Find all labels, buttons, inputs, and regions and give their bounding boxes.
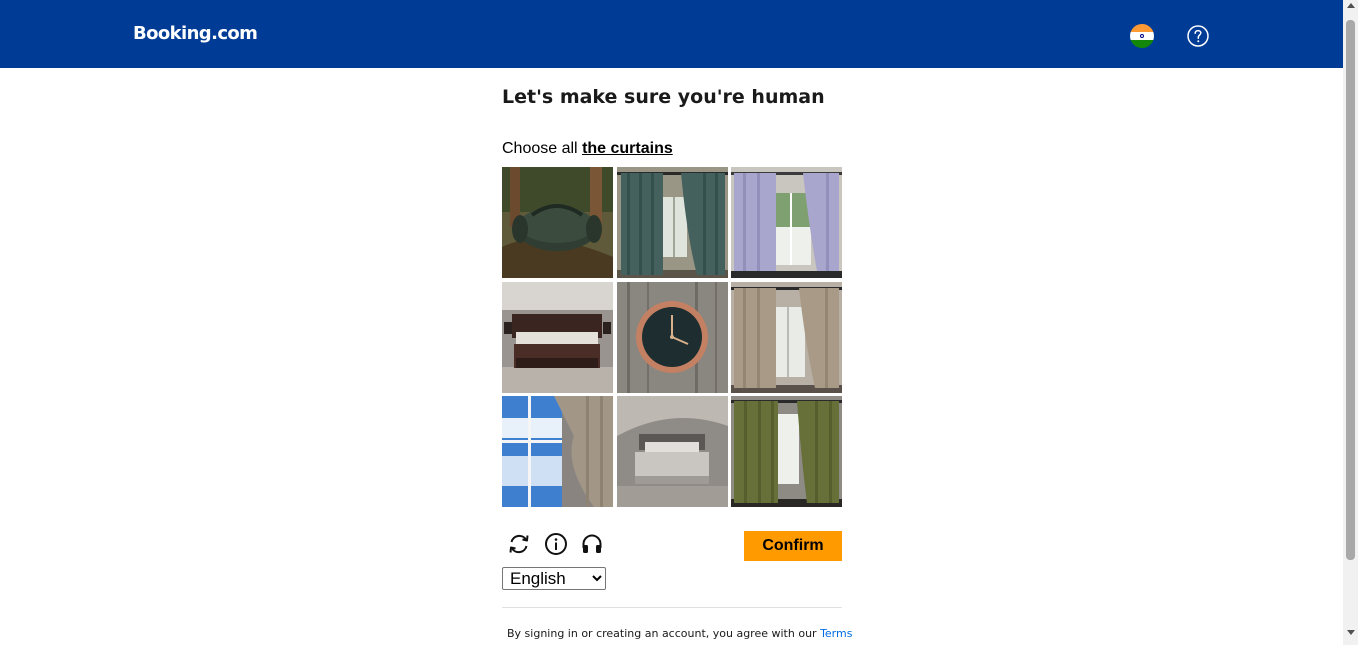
captcha-tile-7[interactable] (502, 396, 613, 507)
scroll-up-arrow-icon[interactable] (1347, 3, 1355, 8)
captcha-tile-5[interactable] (617, 282, 728, 393)
confirm-button[interactable]: Confirm (744, 531, 842, 561)
scroll-thumb[interactable] (1346, 20, 1355, 560)
captcha-tile-8[interactable] (617, 396, 728, 507)
instruction-target: the curtains (582, 140, 673, 157)
captcha-tile-6[interactable] (731, 282, 842, 393)
terms-notice: By signing in or creating an account, yo… (507, 627, 852, 640)
captcha-tile-3[interactable] (731, 167, 842, 278)
india-flag-icon[interactable] (1130, 24, 1154, 48)
captcha-tile-2[interactable] (617, 167, 728, 278)
footer-divider (502, 607, 842, 608)
info-icon[interactable] (544, 532, 568, 556)
help-circle-icon[interactable] (1186, 24, 1210, 48)
terms-link[interactable]: Terms (820, 627, 852, 640)
scroll-down-arrow-icon[interactable] (1347, 630, 1355, 635)
terms-text: By signing in or creating an account, yo… (507, 627, 817, 640)
captcha-tile-4[interactable] (502, 282, 613, 393)
captcha-tile-1[interactable] (502, 167, 613, 278)
booking-logo[interactable]: Booking.com (133, 23, 258, 44)
captcha-image-grid (502, 167, 842, 507)
site-header: Booking.com (0, 0, 1343, 68)
page-scrollbar[interactable] (1343, 0, 1358, 645)
headphones-icon[interactable] (580, 532, 604, 556)
page-title: Let's make sure you're human (502, 86, 825, 108)
language-select[interactable]: English (502, 567, 606, 590)
refresh-icon[interactable] (507, 532, 531, 556)
instruction-prefix: Choose all (502, 140, 578, 157)
captcha-tile-9[interactable] (731, 396, 842, 507)
captcha-instruction: Choose all the curtains (502, 140, 673, 158)
